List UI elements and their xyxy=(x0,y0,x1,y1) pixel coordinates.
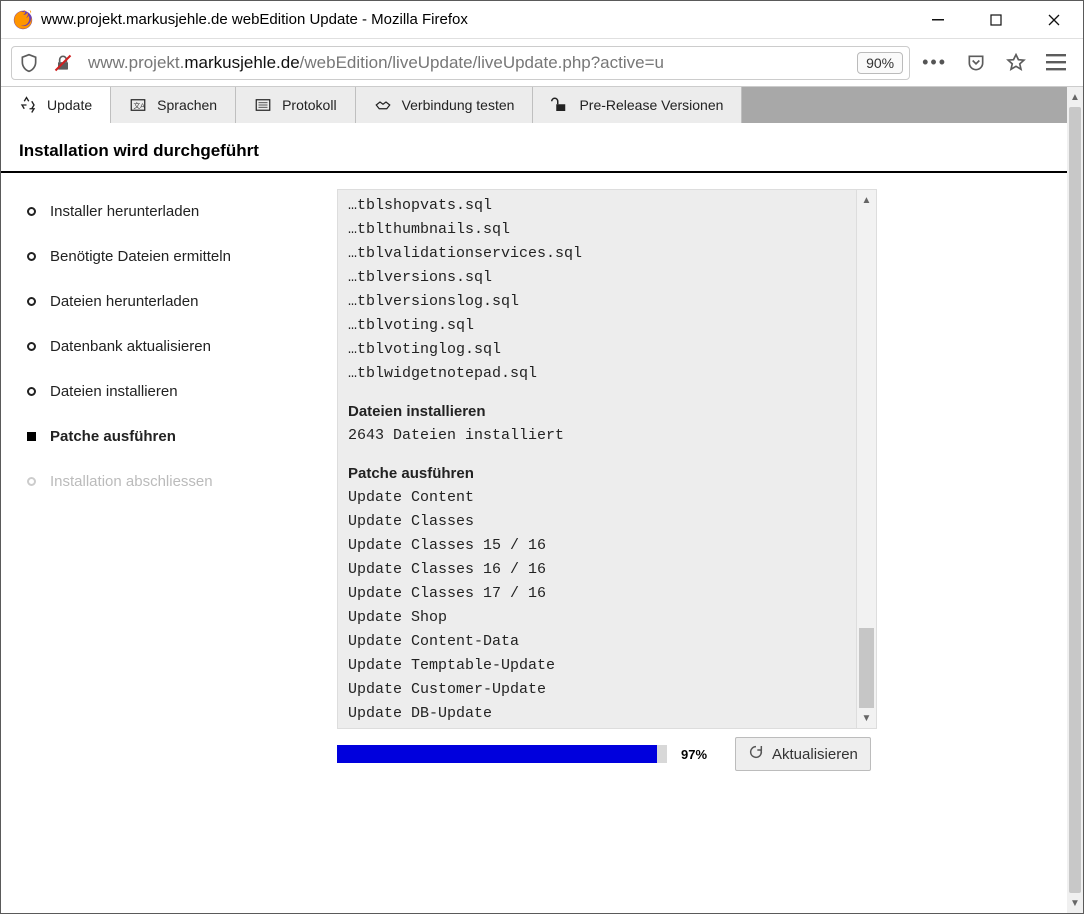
step-item: Datenbank aktualisieren xyxy=(27,324,327,369)
menu-hamburger-icon[interactable] xyxy=(1039,46,1073,80)
tab-label: Protokoll xyxy=(282,97,336,113)
refresh-button[interactable]: Aktualisieren xyxy=(735,737,871,771)
step-list: Installer herunterladen Benötigte Dateien… xyxy=(27,189,327,771)
step-item: Installation abschliessen xyxy=(27,459,327,504)
step-bullet-icon xyxy=(27,207,36,216)
tab-sprachen[interactable]: 文A Sprachen xyxy=(111,87,236,123)
tab-verbindung-testen[interactable]: Verbindung testen xyxy=(356,87,534,123)
pocket-icon[interactable] xyxy=(959,46,993,80)
app-tabbar: Update 文A Sprachen Protokoll Verbindung test… xyxy=(1,87,1067,123)
url-field[interactable]: www.projekt.markusjehle.de/webEdition/li… xyxy=(80,53,857,73)
progress-bar-fill xyxy=(337,745,657,763)
log-panel: …tblshopvats.sql…tblthumbnails.sql…tblva… xyxy=(337,189,877,729)
step-item: Installer herunterladen xyxy=(27,189,327,234)
step-label: Patche ausführen xyxy=(50,428,176,445)
step-label: Benötigte Dateien ermitteln xyxy=(50,248,231,265)
page-content: Update 文A Sprachen Protokoll Verbindung test… xyxy=(1,87,1067,913)
progress-percent-label: 97% xyxy=(681,747,721,762)
log-scrollbar[interactable]: ▲ ▼ xyxy=(856,190,876,728)
step-label: Dateien installieren xyxy=(50,383,178,400)
handshake-icon xyxy=(374,96,392,114)
step-bullet-icon xyxy=(27,297,36,306)
tab-protokoll[interactable]: Protokoll xyxy=(236,87,355,123)
log-text: …tblshopvats.sql…tblthumbnails.sql…tblva… xyxy=(338,190,856,728)
step-bullet-icon xyxy=(27,477,36,486)
tab-label: Sprachen xyxy=(157,97,217,113)
tab-label: Verbindung testen xyxy=(402,97,515,113)
bookmark-star-icon[interactable] xyxy=(999,46,1033,80)
svg-text:文A: 文A xyxy=(134,101,146,110)
browser-toolbar: www.projekt.markusjehle.de/webEdition/li… xyxy=(1,39,1083,87)
window-frame: www.projekt.markusjehle.de webEdition Up… xyxy=(0,0,1084,914)
scroll-down-icon[interactable]: ▼ xyxy=(857,708,876,728)
step-bullet-icon xyxy=(27,342,36,351)
recycle-icon xyxy=(19,96,37,114)
step-item: Dateien installieren xyxy=(27,369,327,414)
progress-bar xyxy=(337,745,667,763)
url-bar[interactable]: www.projekt.markusjehle.de/webEdition/li… xyxy=(11,46,910,80)
page-scrollbar[interactable]: ▲ ▼ xyxy=(1067,87,1083,913)
lock-disabled-icon[interactable] xyxy=(46,46,80,80)
page-actions-icon[interactable]: ••• xyxy=(922,52,947,73)
titlebar: www.projekt.markusjehle.de webEdition Up… xyxy=(1,1,1083,39)
step-item: Patche ausführen xyxy=(27,414,327,459)
language-icon: 文A xyxy=(129,96,147,114)
tab-label: Pre-Release Versionen xyxy=(579,97,723,113)
list-icon xyxy=(254,96,272,114)
firefox-icon xyxy=(13,10,33,30)
step-label: Installer herunterladen xyxy=(50,203,199,220)
tab-update[interactable]: Update xyxy=(1,87,111,123)
maximize-button[interactable] xyxy=(967,1,1025,38)
lock-open-icon xyxy=(551,96,569,114)
step-bullet-icon xyxy=(27,432,36,441)
refresh-icon xyxy=(748,744,764,764)
page-scroll-thumb[interactable] xyxy=(1069,107,1081,893)
step-label: Installation abschliessen xyxy=(50,473,213,490)
close-button[interactable] xyxy=(1025,1,1083,38)
step-item: Benötigte Dateien ermitteln xyxy=(27,234,327,279)
shield-icon[interactable] xyxy=(12,46,46,80)
tab-pre-release-versionen[interactable]: Pre-Release Versionen xyxy=(533,87,742,123)
page-title: Installation wird durchgeführt xyxy=(1,123,1067,173)
page-scroll-down-icon[interactable]: ▼ xyxy=(1067,893,1083,913)
minimize-button[interactable] xyxy=(909,1,967,38)
step-item: Dateien herunterladen xyxy=(27,279,327,324)
page-scroll-up-icon[interactable]: ▲ xyxy=(1067,87,1083,107)
scroll-thumb[interactable] xyxy=(859,628,874,708)
tab-label: Update xyxy=(47,97,92,113)
refresh-label: Aktualisieren xyxy=(772,746,858,763)
scroll-up-icon[interactable]: ▲ xyxy=(857,190,876,210)
window-title: www.projekt.markusjehle.de webEdition Up… xyxy=(41,11,909,28)
step-label: Datenbank aktualisieren xyxy=(50,338,211,355)
zoom-indicator[interactable]: 90% xyxy=(857,52,903,74)
step-bullet-icon xyxy=(27,252,36,261)
step-bullet-icon xyxy=(27,387,36,396)
step-label: Dateien herunterladen xyxy=(50,293,198,310)
